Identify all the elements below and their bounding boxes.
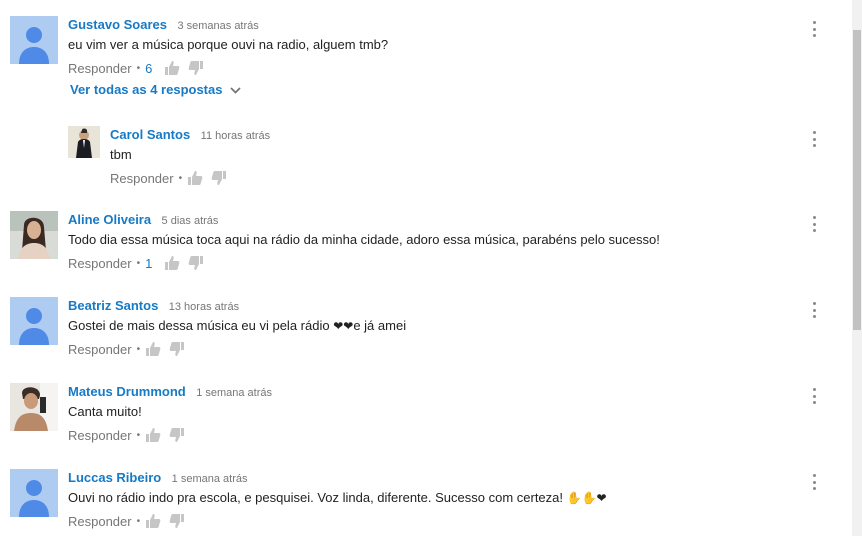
- reply-button[interactable]: Responder: [68, 514, 132, 529]
- comment-thread: Beatriz Santos 13 horas atrás Gostei de …: [0, 289, 840, 369]
- comment-thread: Mateus Drummond 1 semana atrás Canta mui…: [0, 375, 840, 455]
- thumbs-down-icon[interactable]: [211, 170, 227, 186]
- comment-actions: Responder • 1: [68, 255, 212, 271]
- thumbs-down-icon[interactable]: [169, 341, 185, 357]
- avatar[interactable]: [68, 126, 100, 158]
- user-photo-icon: [10, 211, 58, 259]
- comment-header: Beatriz Santos 13 horas atrás: [68, 297, 239, 315]
- scrollbar-thumb[interactable]: [853, 30, 861, 330]
- comment-actions: Responder •: [68, 341, 193, 357]
- separator: •: [136, 429, 141, 441]
- default-user-icon: [10, 469, 58, 517]
- more-actions-icon[interactable]: [807, 301, 821, 319]
- raised-hands-icon: ✋✋: [566, 491, 597, 505]
- thumbs-up-icon[interactable]: [164, 255, 180, 271]
- comment-time[interactable]: 5 dias atrás: [162, 215, 219, 227]
- comment-text: Gostei de mais dessa música eu vi pela r…: [68, 318, 406, 333]
- comment-header: Gustavo Soares 3 semanas atrás: [68, 16, 259, 34]
- comment-time[interactable]: 1 semana atrás: [196, 387, 272, 399]
- reply-button[interactable]: Responder: [68, 61, 132, 76]
- thumbs-up-icon[interactable]: [145, 427, 161, 443]
- comment-thread: Aline Oliveira 5 dias atrás Todo dia ess…: [0, 203, 840, 283]
- comment-time[interactable]: 11 horas atrás: [201, 130, 271, 142]
- separator: •: [178, 172, 183, 184]
- author-name[interactable]: Mateus Drummond: [68, 384, 186, 399]
- comment-header: Luccas Ribeiro 1 semana atrás: [68, 469, 247, 487]
- author-name[interactable]: Luccas Ribeiro: [68, 470, 161, 485]
- comment-text-main: Ouvi no rádio indo pra escola, e pesquis…: [68, 490, 564, 505]
- avatar[interactable]: [10, 383, 58, 431]
- avatar[interactable]: [10, 297, 58, 345]
- reply-button[interactable]: Responder: [110, 171, 174, 186]
- comment-text: Todo dia essa música toca aqui na rádio …: [68, 232, 660, 247]
- more-actions-icon[interactable]: [807, 130, 821, 148]
- comment-text: tbm: [110, 147, 132, 162]
- thumbs-down-icon[interactable]: [169, 427, 185, 443]
- comment-header: Mateus Drummond 1 semana atrás: [68, 383, 272, 401]
- separator: •: [136, 343, 141, 355]
- comment-time[interactable]: 1 semana atrás: [172, 473, 248, 485]
- comment-time[interactable]: 3 semanas atrás: [177, 20, 258, 32]
- comment-time[interactable]: 13 horas atrás: [169, 301, 239, 313]
- avatar[interactable]: [10, 469, 58, 517]
- comment-header: Aline Oliveira 5 dias atrás: [68, 211, 218, 229]
- like-count: 6: [145, 60, 153, 76]
- avatar[interactable]: [10, 16, 58, 64]
- user-photo-icon: [10, 383, 58, 431]
- separator: •: [136, 62, 141, 74]
- black-heart-icon: ❤︎: [596, 491, 607, 505]
- view-replies-link[interactable]: Ver todas as 4 respostas: [70, 82, 242, 97]
- comment-thread: Gustavo Soares 3 semanas atrás eu vim ve…: [0, 8, 840, 88]
- comment-actions: Responder •: [68, 513, 193, 529]
- comment-thread: Luccas Ribeiro 1 semana atrás Ouvi no rá…: [0, 461, 840, 541]
- view-replies-label: Ver todas as 4 respostas: [70, 82, 223, 97]
- separator: •: [136, 257, 141, 269]
- chevron-down-icon: [230, 82, 242, 97]
- comment-text: Canta muito!: [68, 404, 142, 419]
- comment-text: eu vim ver a música porque ouvi na radio…: [68, 37, 389, 52]
- like-count: 1: [145, 255, 153, 271]
- reply-button[interactable]: Responder: [68, 256, 132, 271]
- comment-text: Ouvi no rádio indo pra escola, e pesquis…: [68, 490, 607, 505]
- thumbs-up-icon[interactable]: [145, 513, 161, 529]
- more-actions-icon[interactable]: [807, 215, 821, 233]
- author-name[interactable]: Carol Santos: [110, 127, 190, 142]
- separator: •: [136, 515, 141, 527]
- thumbs-down-icon[interactable]: [169, 513, 185, 529]
- thumbs-up-icon[interactable]: [164, 60, 180, 76]
- user-photo-icon: [68, 126, 100, 158]
- thumbs-up-icon[interactable]: [145, 341, 161, 357]
- default-user-icon: [10, 16, 58, 64]
- author-name[interactable]: Aline Oliveira: [68, 212, 151, 227]
- comment-actions: Responder • 6: [68, 60, 212, 76]
- comment-actions: Responder •: [110, 170, 235, 186]
- black-hearts-icon: ❤︎: [343, 319, 354, 333]
- thumbs-down-icon[interactable]: [188, 60, 204, 76]
- author-name[interactable]: Gustavo Soares: [68, 17, 167, 32]
- reply-button[interactable]: Responder: [68, 342, 132, 357]
- thumbs-up-icon[interactable]: [187, 170, 203, 186]
- more-actions-icon[interactable]: [807, 387, 821, 405]
- comment-actions: Responder •: [68, 427, 193, 443]
- avatar[interactable]: [10, 211, 58, 259]
- comment-header: Carol Santos 11 horas atrás: [110, 126, 270, 144]
- reply-comment: Carol Santos 11 horas atrás tbm Responde…: [0, 118, 840, 198]
- page-scrollbar[interactable]: [852, 0, 862, 536]
- author-name[interactable]: Beatriz Santos: [68, 298, 158, 313]
- more-actions-icon[interactable]: [807, 473, 821, 491]
- comment-text-main: Gostei de mais dessa música eu vi pela r…: [68, 318, 330, 333]
- more-actions-icon[interactable]: [807, 20, 821, 38]
- black-heart-icon: ❤︎: [333, 319, 344, 333]
- thumbs-down-icon[interactable]: [188, 255, 204, 271]
- default-user-icon: [10, 297, 58, 345]
- comment-text-suffix: e já amei: [353, 318, 407, 333]
- reply-button[interactable]: Responder: [68, 428, 132, 443]
